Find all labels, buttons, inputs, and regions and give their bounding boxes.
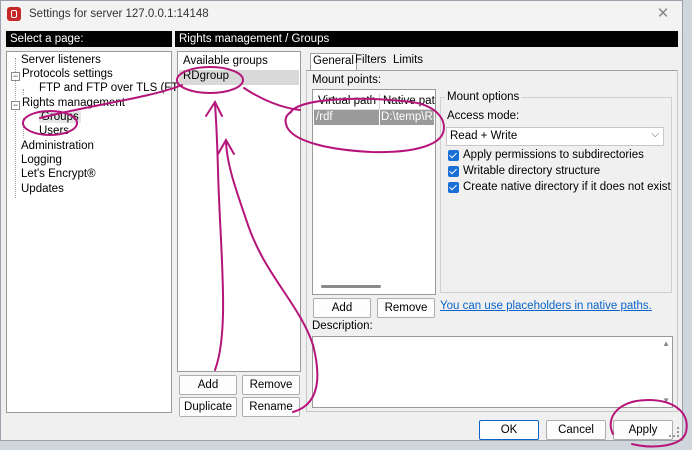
mount-options-group: Mount options Access mode: Read + Write … [440,91,672,293]
writable-structure-checkbox[interactable] [448,166,459,177]
remove-mount-point-button[interactable]: Remove [377,298,435,318]
tab-general[interactable]: General [310,53,357,71]
access-mode-select[interactable]: Read + Write ⌵ [446,127,664,146]
add-mount-point-button[interactable]: Add [313,298,371,318]
apply-permissions-checkbox[interactable] [448,150,459,161]
collapse-icon[interactable]: − [11,101,20,110]
placeholders-help-link[interactable]: You can use placeholders in native paths… [440,300,652,312]
general-tab-panel: Mount points: Virtual path Native path /… [306,70,678,412]
resize-grip-icon[interactable] [669,427,679,437]
page-title: Rights management / Groups [175,31,678,47]
ok-button[interactable]: OK [479,420,539,440]
tree-item-groups[interactable]: Groups [39,111,81,123]
tree-item-ftp-ftps[interactable]: FTP and FTP over TLS (FTPS) [39,82,198,94]
apply-permissions-label: Apply permissions to subdirectories [463,149,644,161]
remove-group-button[interactable]: Remove [242,375,300,395]
table-header: Virtual path Native path [313,94,435,110]
mount-points-label: Mount points: [312,74,382,86]
chevron-down-icon: ⌵ [651,129,659,140]
mount-options-title: Mount options [445,91,522,103]
add-group-button[interactable]: Add [179,375,237,395]
rename-group-button[interactable]: Rename [242,397,300,417]
tab-filters[interactable]: Filters [353,53,388,69]
tree-item-lets-encrypt[interactable]: Let's Encrypt® [21,168,96,180]
tab-limits[interactable]: Limits [391,53,425,69]
close-icon[interactable]: ✕ [654,5,672,23]
tree-item-updates[interactable]: Updates [21,183,64,195]
title-bar: Settings for server 127.0.0.1:14148 ✕ [1,1,682,29]
apply-button[interactable]: Apply [613,420,673,440]
tree-item-protocols-settings[interactable]: Protocols settings [22,68,113,80]
groups-list: Available groups RDgroup [177,51,301,372]
cancel-button[interactable]: Cancel [546,420,606,440]
column-header-virtual-path[interactable]: Virtual path [318,95,376,107]
tree-item-logging[interactable]: Logging [21,154,62,166]
table-cell-virtual-path: /rdf [316,111,333,123]
table-row[interactable]: /rdf D:\temp\RD [314,110,434,125]
create-native-dir-checkbox[interactable] [448,182,459,193]
tree-item-server-listeners[interactable]: Server listeners [21,54,101,66]
access-mode-value: Read + Write [450,130,518,142]
groups-list-title: Available groups [183,55,268,67]
window-title: Settings for server 127.0.0.1:14148 [29,8,209,20]
create-native-dir-label: Create native directory if it does not e… [463,181,671,193]
mount-points-table: Virtual path Native path /rdf D:\temp\RD [312,89,436,295]
column-header-native-path[interactable]: Native path [383,95,435,107]
collapse-icon[interactable]: − [11,72,20,81]
tree-item-administration[interactable]: Administration [21,140,94,152]
description-label: Description: [312,320,373,332]
scroll-up-icon[interactable]: ▲ [662,339,670,348]
page-tree: Server listeners − Protocols settings FT… [6,51,198,413]
tree-item-users[interactable]: Users [39,125,69,137]
duplicate-group-button[interactable]: Duplicate [179,397,237,417]
select-page-header: Select a page: [6,31,172,47]
writable-structure-label: Writable directory structure [463,165,601,177]
horizontal-scrollbar[interactable] [317,283,431,291]
scroll-down-icon[interactable]: ▼ [662,396,670,405]
description-textarea[interactable]: ▲ ▼ [312,336,673,408]
app-icon [7,7,21,21]
access-mode-label: Access mode: [447,110,520,122]
list-item-group[interactable]: RDgroup [179,70,299,85]
settings-window: Settings for server 127.0.0.1:14148 ✕ Se… [0,0,683,441]
tree-item-rights-management[interactable]: Rights management [22,97,125,109]
table-cell-native-path: D:\temp\RD [381,111,434,123]
